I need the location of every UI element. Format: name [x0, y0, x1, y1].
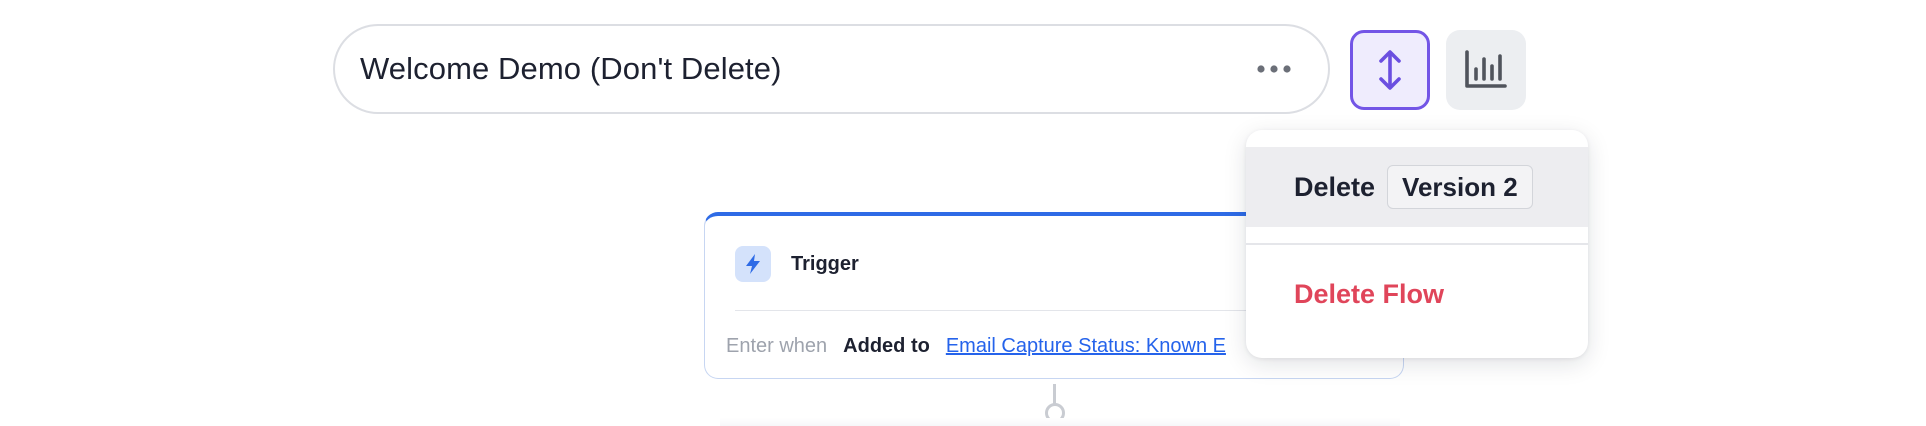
delete-version-label: Delete: [1294, 171, 1376, 202]
enter-when-label: Enter when: [726, 335, 828, 357]
list-link[interactable]: Email Capture Status: Known E: [946, 335, 1226, 358]
menu-item-delete-version[interactable]: Delete Version 2: [1246, 147, 1588, 227]
version-chip: Version 2: [1387, 165, 1533, 209]
menu-divider: [1246, 243, 1588, 245]
flow-editor: Welcome Demo (Don't Delete) Trigger Ente…: [0, 0, 1926, 426]
trigger-header: Trigger: [735, 246, 859, 282]
ellipsis-horizontal-icon: [1257, 65, 1291, 73]
trigger-condition: Enter when Added to Email Capture Status…: [726, 335, 1226, 358]
lightning-bolt-icon: [746, 254, 760, 274]
trigger-title: Trigger: [791, 252, 859, 275]
menu-item-delete-flow[interactable]: Delete Flow: [1246, 262, 1588, 326]
bar-chart-icon: [1465, 50, 1507, 88]
flow-name-field[interactable]: Welcome Demo (Don't Delete): [333, 24, 1330, 114]
more-options-button[interactable]: [1252, 54, 1296, 84]
reorder-button[interactable]: [1350, 30, 1430, 110]
version-dropdown-menu: Delete Version 2 Delete Flow: [1246, 130, 1588, 358]
added-to-label: Added to: [843, 335, 930, 357]
flow-name-title[interactable]: Welcome Demo (Don't Delete): [360, 51, 1252, 87]
analytics-button[interactable]: [1446, 30, 1526, 110]
arrows-up-down-icon: [1379, 50, 1401, 90]
next-card-edge: [720, 418, 1400, 426]
delete-flow-label: Delete Flow: [1294, 278, 1445, 309]
trigger-icon-badge: [735, 246, 771, 282]
